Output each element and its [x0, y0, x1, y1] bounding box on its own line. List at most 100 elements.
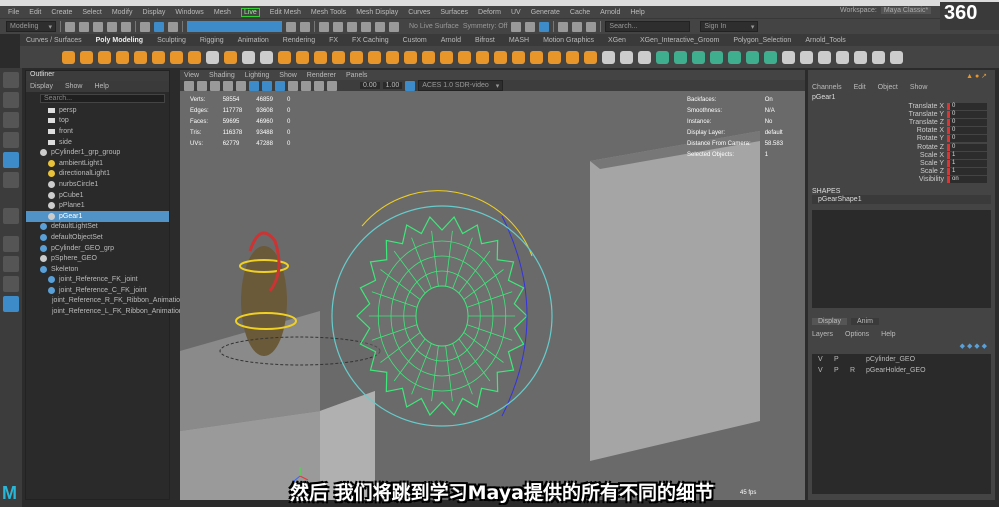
exposure-value[interactable]: 0.00 — [360, 82, 380, 89]
shelf-tool-icon[interactable] — [764, 50, 777, 64]
layer-toggle[interactable]: P — [834, 367, 842, 374]
layer-toggle[interactable]: V — [818, 356, 826, 363]
shelf-tab[interactable]: Polygon_Selection — [733, 37, 791, 44]
shelf-tool-icon[interactable] — [224, 50, 237, 64]
shadows-icon[interactable] — [301, 80, 311, 91]
shelf-tool-icon[interactable] — [530, 50, 543, 64]
viewport-menu-item[interactable]: View — [184, 72, 199, 79]
outliner-menu-item[interactable]: Show — [65, 83, 83, 90]
outliner-item[interactable]: top — [26, 116, 169, 127]
search-input[interactable]: Search... — [605, 21, 691, 32]
outliner-item[interactable]: pSphere_GEO — [26, 253, 169, 264]
channel-value[interactable]: 0 — [947, 135, 987, 143]
snap-curve-icon[interactable] — [333, 21, 343, 32]
select-hierarchy-icon[interactable] — [140, 21, 150, 32]
menu-deform[interactable]: Deform — [478, 9, 501, 16]
panel-toggle-icons[interactable]: ▲ ● ↗ — [808, 70, 995, 82]
layer-menu-item[interactable]: Layers — [812, 331, 833, 338]
shelf-tool-icon[interactable] — [260, 50, 273, 64]
viewport-menu-item[interactable]: Shading — [209, 72, 235, 79]
channel-menu-item[interactable]: Object — [878, 84, 898, 91]
shelf-tool-icon[interactable] — [98, 50, 111, 64]
channel-menu-item[interactable]: Show — [910, 84, 928, 91]
outliner-menu-item[interactable]: Help — [94, 83, 108, 90]
snap-surface-icon[interactable] — [375, 21, 385, 32]
outliner-item[interactable]: joint_Reference_R_FK_Ribbon_Animation_jn… — [26, 296, 195, 307]
shelf-tool-icon[interactable] — [206, 50, 219, 64]
outliner-search[interactable]: Search... — [40, 94, 165, 103]
layer-toggle[interactable]: V — [818, 367, 826, 374]
outliner-item[interactable]: pCylinder1_grp_group — [26, 147, 169, 158]
save-scene-icon[interactable] — [93, 21, 103, 32]
shelf-tool-icon[interactable] — [278, 50, 291, 64]
shelf-tool-icon[interactable] — [584, 50, 597, 64]
outliner-item[interactable]: persp — [26, 105, 169, 116]
undo-icon[interactable] — [107, 21, 117, 32]
menu-select[interactable]: Select — [82, 9, 101, 16]
shelf-tool-icon[interactable] — [314, 50, 327, 64]
layer-menu-item[interactable]: Options — [845, 331, 869, 338]
shelf-tool-icon[interactable] — [404, 50, 417, 64]
layer-row[interactable]: V PpCylinder_GEO — [812, 354, 991, 365]
menu-display[interactable]: Display — [142, 9, 165, 16]
grid-icon[interactable] — [223, 80, 233, 91]
menu-mesh[interactable]: Mesh — [214, 9, 231, 16]
snap-grid-icon[interactable] — [319, 21, 329, 32]
wireframe-on-shaded-icon[interactable] — [249, 80, 259, 91]
outliner-item[interactable]: nurbsCircle1 — [26, 179, 169, 190]
shelf-tool-icon[interactable] — [80, 50, 93, 64]
outliner-item[interactable]: defaultLightSet — [26, 222, 169, 233]
shelf-tab[interactable]: XGen — [608, 37, 626, 44]
outliner-item[interactable]: joint_Reference_L_FK_Ribbon_Animation_jn… — [26, 306, 194, 317]
outliner-item[interactable]: Skeleton — [26, 264, 169, 275]
menu-surfaces[interactable]: Surfaces — [440, 9, 468, 16]
layer-row[interactable]: V P RpGearHolder_GEO — [812, 365, 991, 376]
shelf-tool-icon[interactable] — [476, 50, 489, 64]
shelf-tool-icon[interactable] — [566, 50, 579, 64]
shelf-tool-icon[interactable] — [512, 50, 525, 64]
layer-menu-item[interactable]: Help — [881, 331, 895, 338]
channel-value[interactable]: 1 — [947, 159, 987, 167]
render-view-icon[interactable] — [511, 21, 522, 32]
outliner-view-icon[interactable] — [3, 276, 19, 292]
outliner-tab[interactable]: Outliner — [26, 71, 169, 81]
outliner-item[interactable]: front — [26, 126, 169, 137]
viewport-menu-item[interactable]: Lighting — [245, 72, 270, 79]
highlight-icon[interactable] — [300, 21, 310, 32]
shelf-tab[interactable]: Rendering — [283, 37, 315, 44]
film-gate-icon[interactable] — [236, 80, 246, 91]
outliner-item[interactable]: joint_Reference_FK_joint — [26, 275, 169, 286]
shelf-tab[interactable]: MASH — [509, 37, 529, 44]
isolate-icon[interactable] — [314, 80, 324, 91]
outliner-item[interactable]: defaultObjectSet — [26, 232, 169, 243]
camera-attr-icon[interactable] — [197, 80, 207, 91]
viewport-panel[interactable]: View Shading Lighting Show Renderer Panels 0.… — [180, 70, 805, 500]
shelf-tool-icon[interactable] — [242, 50, 255, 64]
selection-mask-toolbar[interactable] — [187, 21, 282, 32]
bookmark-icon[interactable] — [210, 80, 220, 91]
shelf-tool-icon[interactable] — [116, 50, 129, 64]
shelf-tool-icon[interactable] — [170, 50, 183, 64]
shelf-tab[interactable]: Arnold_Tools — [805, 37, 845, 44]
channel-menu-item[interactable]: Channels — [812, 84, 842, 91]
outliner-item[interactable]: ambientLight1 — [26, 158, 169, 169]
shelf-tab[interactable]: Animation — [238, 37, 269, 44]
shelf-tool-icon[interactable] — [188, 50, 201, 64]
shelf-tab[interactable]: Curves / Surfaces — [26, 37, 82, 44]
shelf-tool-icon[interactable] — [800, 50, 813, 64]
layer-tab[interactable]: Display — [812, 317, 847, 325]
custom-layout-icon[interactable] — [3, 296, 19, 312]
shelf-tab[interactable]: Arnold — [441, 37, 461, 44]
shelf-tool-icon[interactable] — [494, 50, 507, 64]
menu-edit-mesh[interactable]: Edit Mesh — [270, 9, 301, 16]
scale-tool-icon[interactable] — [3, 172, 19, 188]
outliner-item[interactable]: joint_Reference_C_FK_joint — [26, 285, 169, 296]
shelf-tool-icon[interactable] — [638, 50, 651, 64]
layer-tab[interactable]: Anim — [850, 317, 879, 325]
menu-arnold[interactable]: Arnold — [600, 9, 620, 16]
render-icon[interactable] — [525, 21, 536, 32]
layer-toggle[interactable] — [850, 356, 858, 363]
menu-create[interactable]: Create — [51, 9, 72, 16]
open-scene-icon[interactable] — [79, 21, 89, 32]
shelf-tab[interactable]: Bifrost — [475, 37, 495, 44]
